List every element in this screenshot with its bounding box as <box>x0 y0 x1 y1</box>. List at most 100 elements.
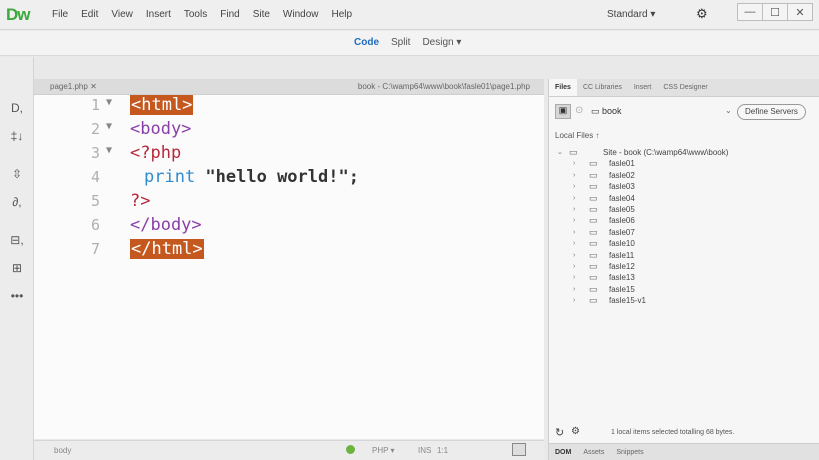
maximize-button[interactable]: ☐ <box>762 3 788 21</box>
insert-mode[interactable]: INS <box>418 446 431 455</box>
tree-folder[interactable]: › ▭ fasle15 <box>555 284 817 295</box>
tab-files[interactable]: Files <box>549 79 577 96</box>
tree-folder-label: fasle15-v1 <box>609 296 646 306</box>
workspace-switcher[interactable]: Standard ▾ <box>607 9 655 20</box>
linting-ok-icon[interactable] <box>346 445 355 454</box>
refresh-icon[interactable]: ↻ <box>555 426 564 439</box>
chevron-right-icon[interactable]: › <box>573 261 575 272</box>
minimize-button[interactable]: — <box>737 3 763 21</box>
menu-insert[interactable]: Insert <box>146 9 171 20</box>
chevron-down-icon: ▾ <box>456 37 462 48</box>
chevron-right-icon[interactable]: › <box>573 204 575 215</box>
tree-folder-label: fasle12 <box>609 261 635 271</box>
file-tree-icon[interactable]: ‡↓ <box>0 129 34 151</box>
tree-folder-label: fasle01 <box>609 159 635 169</box>
chevron-right-icon[interactable]: › <box>573 170 575 181</box>
folder-icon: ▭ <box>589 249 598 260</box>
files-toolbar: ▣ ⊙ ▭ book ⌄ Define Servers <box>555 104 817 124</box>
live-preview-icon[interactable] <box>512 443 526 456</box>
close-button[interactable]: ✕ <box>787 3 813 21</box>
cursor-position: 1:1 <box>437 446 449 455</box>
tree-folder[interactable]: › ▭ fasle10 <box>555 238 817 249</box>
menu-edit[interactable]: Edit <box>81 9 98 20</box>
tree-folder[interactable]: › ▭ fasle05 <box>555 204 817 215</box>
code-view-button[interactable]: Code <box>354 37 379 48</box>
tree-folder[interactable]: › ▭ fasle11 <box>555 250 817 261</box>
chevron-right-icon[interactable]: › <box>573 272 575 283</box>
chevron-right-icon[interactable]: › <box>573 295 575 306</box>
close-icon[interactable]: ✕ <box>90 82 97 91</box>
code-line: 3 ▼ <?php <box>34 143 544 167</box>
tab-insert[interactable]: Insert <box>628 79 658 96</box>
document-tab-bar: page1.php ✕ book - C:\wamp64\www\book\fa… <box>34 79 544 95</box>
indent-icon[interactable]: ⊞ <box>0 261 34 283</box>
local-view-icon[interactable]: ▣ <box>555 104 571 119</box>
chevron-right-icon[interactable]: › <box>573 193 575 204</box>
tree-folder[interactable]: › ▭ fasle07 <box>555 227 817 238</box>
fold-arrow-icon[interactable]: ▼ <box>106 97 112 108</box>
tab-cc-libraries[interactable]: CC Libraries <box>577 79 628 96</box>
local-files-header[interactable]: Local Files ↑ <box>555 131 599 140</box>
split-view-button[interactable]: Split <box>391 37 410 48</box>
chevron-right-icon[interactable]: › <box>573 238 575 249</box>
fold-arrow-icon[interactable]: ▼ <box>106 121 112 132</box>
tree-folder[interactable]: › ▭ fasle12 <box>555 261 817 272</box>
chevron-right-icon[interactable]: › <box>573 250 575 261</box>
menu-view[interactable]: View <box>111 9 133 20</box>
tree-folder-label: fasle07 <box>609 227 635 237</box>
line-number: 3 <box>90 144 100 162</box>
connect-icon[interactable]: ⊙ <box>575 105 583 116</box>
tree-folder[interactable]: › ▭ fasle04 <box>555 193 817 204</box>
tree-folder-label: fasle02 <box>609 170 635 180</box>
tree-folder[interactable]: › ▭ fasle13 <box>555 272 817 283</box>
status-bar: body PHP ▾ INS 1:1 <box>34 440 544 460</box>
tree-folder[interactable]: › ▭ fasle06 <box>555 215 817 226</box>
expand-collapse-icon[interactable]: ⇳ <box>0 167 34 189</box>
fold-arrow-icon[interactable]: ▼ <box>106 145 112 156</box>
tree-folder[interactable]: › ▭ fasle01 <box>555 158 817 169</box>
tree-folder[interactable]: › ▭ fasle03 <box>555 181 817 192</box>
chevron-down-icon: ▾ <box>390 446 395 455</box>
folder-icon: ▭ <box>589 226 598 237</box>
chevron-right-icon[interactable]: › <box>573 227 575 238</box>
tab-assets[interactable]: Assets <box>577 444 610 460</box>
define-servers-button[interactable]: Define Servers <box>737 104 806 120</box>
tree-folder-label: fasle10 <box>609 239 635 249</box>
document-tab[interactable]: page1.php ✕ <box>50 82 97 91</box>
chevron-right-icon[interactable]: › <box>573 215 575 226</box>
document-type-select[interactable]: PHP ▾ <box>372 446 395 455</box>
open-documents-icon[interactable]: D, <box>0 101 34 123</box>
folder-icon: ▭ <box>589 158 598 169</box>
tab-dom[interactable]: DOM <box>549 444 577 460</box>
tree-root[interactable]: ⌄ ▭ Site - book (C:\wamp64\www\book) <box>555 147 817 158</box>
menu-window[interactable]: Window <box>283 9 319 20</box>
menu-help[interactable]: Help <box>332 9 353 20</box>
menu-file[interactable]: File <box>52 9 68 20</box>
menu-site[interactable]: Site <box>253 9 270 20</box>
folder-icon: ▭ <box>589 215 598 226</box>
site-select[interactable]: ▭ book <box>591 106 622 117</box>
design-view-button[interactable]: Design ▾ <box>422 37 461 48</box>
tree-folder[interactable]: › ▭ fasle02 <box>555 170 817 181</box>
menu-tools[interactable]: Tools <box>184 9 207 20</box>
code-line: 7 </html> <box>34 239 544 263</box>
comment-icon[interactable]: ⊟, <box>0 233 34 255</box>
folder-icon: ▭ <box>589 272 598 283</box>
tab-snippets[interactable]: Snippets <box>610 444 649 460</box>
gear-icon[interactable]: ⚙ <box>696 6 708 22</box>
menu-find[interactable]: Find <box>220 9 239 20</box>
tree-folder[interactable]: › ▭ fasle15-v1 <box>555 295 817 306</box>
chevron-right-icon[interactable]: › <box>573 284 575 295</box>
chevron-right-icon[interactable]: › <box>573 181 575 192</box>
code-editor[interactable]: 1 ▼ <html> 2 ▼ <body> 3 ▼ <?php 4 print … <box>34 95 544 439</box>
tag-breadcrumb[interactable]: body <box>54 446 71 455</box>
tab-css-designer[interactable]: CSS Designer <box>657 79 713 96</box>
chevron-down-icon: ▾ <box>650 9 656 20</box>
format-source-icon[interactable]: ∂, <box>0 195 34 217</box>
chevron-down-icon[interactable]: ⌄ <box>725 106 732 115</box>
chevron-right-icon[interactable]: › <box>573 158 575 169</box>
more-tools-icon[interactable]: ••• <box>0 289 34 311</box>
folder-icon: ▭ <box>589 283 598 294</box>
network-icon[interactable]: ⚙ <box>571 426 580 437</box>
chevron-down-icon[interactable]: ⌄ <box>557 147 563 158</box>
